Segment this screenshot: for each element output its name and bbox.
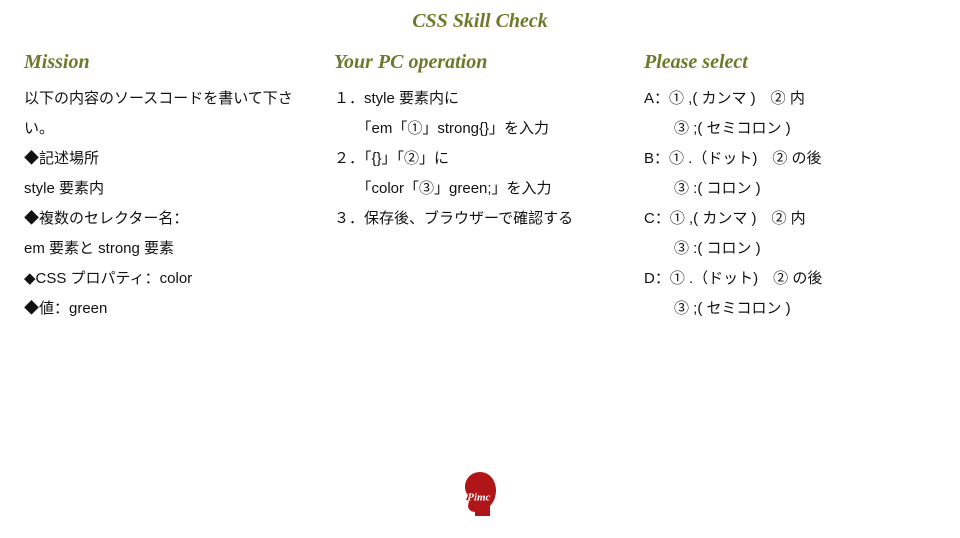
mission-line: ◆CSS プロパティ：color bbox=[24, 264, 316, 294]
select-heading: Please select bbox=[644, 51, 936, 74]
operation-heading: Your PC operation bbox=[334, 51, 626, 74]
select-line: B：① .（ドット) ② の後 bbox=[644, 144, 936, 174]
operation-line: 「color「③」green;」を入力 bbox=[334, 174, 626, 204]
select-line: A：① ,( カンマ ) ② 内 bbox=[644, 84, 936, 114]
mission-line: style 要素内 bbox=[24, 174, 316, 204]
columns: Mission 以下の内容のソースコードを書いて下さい。 ◆記述場所 style… bbox=[0, 33, 960, 324]
mission-line: ◆複数のセレクター名： bbox=[24, 204, 316, 234]
operation-line: ２．「{}」「②」に bbox=[334, 144, 626, 174]
operation-body: １．style 要素内に 「em「①」strong{}」を入力 ２．「{}」「②… bbox=[334, 84, 626, 234]
select-line: ③ ;( セミコロン ) bbox=[644, 114, 936, 144]
select-body: A：① ,( カンマ ) ② 内 ③ ;( セミコロン ) B：① .（ドット)… bbox=[644, 84, 936, 324]
operation-line: 「em「①」strong{}」を入力 bbox=[334, 114, 626, 144]
select-line: ③ :( コロン ) bbox=[644, 174, 936, 204]
operation-line: １．style 要素内に bbox=[334, 84, 626, 114]
select-line: ③ ;( セミコロン ) bbox=[644, 294, 936, 324]
logo: Pimc bbox=[454, 468, 506, 520]
mission-line: 以下の内容のソースコードを書いて下さい。 bbox=[24, 84, 316, 144]
mission-line: em 要素と strong 要素 bbox=[24, 234, 316, 264]
operation-line: ３．保存後、ブラウザーで確認する bbox=[334, 204, 626, 234]
select-column: Please select A：① ,( カンマ ) ② 内 ③ ;( セミコロ… bbox=[644, 51, 936, 324]
mission-line: ◆記述場所 bbox=[24, 144, 316, 174]
page-title: CSS Skill Check bbox=[0, 0, 960, 33]
mission-column: Mission 以下の内容のソースコードを書いて下さい。 ◆記述場所 style… bbox=[24, 51, 316, 324]
mission-heading: Mission bbox=[24, 51, 316, 74]
mission-line: ◆値：green bbox=[24, 294, 316, 324]
select-line: D：① .（ドット) ② の後 bbox=[644, 264, 936, 294]
mission-body: 以下の内容のソースコードを書いて下さい。 ◆記述場所 style 要素内 ◆複数… bbox=[24, 84, 316, 324]
select-line: C：① ,( カンマ ) ② 内 bbox=[644, 204, 936, 234]
operation-column: Your PC operation １．style 要素内に 「em「①」str… bbox=[334, 51, 626, 324]
logo-label: Pimc bbox=[467, 492, 490, 504]
select-line: ③ :( コロン ) bbox=[644, 234, 936, 264]
